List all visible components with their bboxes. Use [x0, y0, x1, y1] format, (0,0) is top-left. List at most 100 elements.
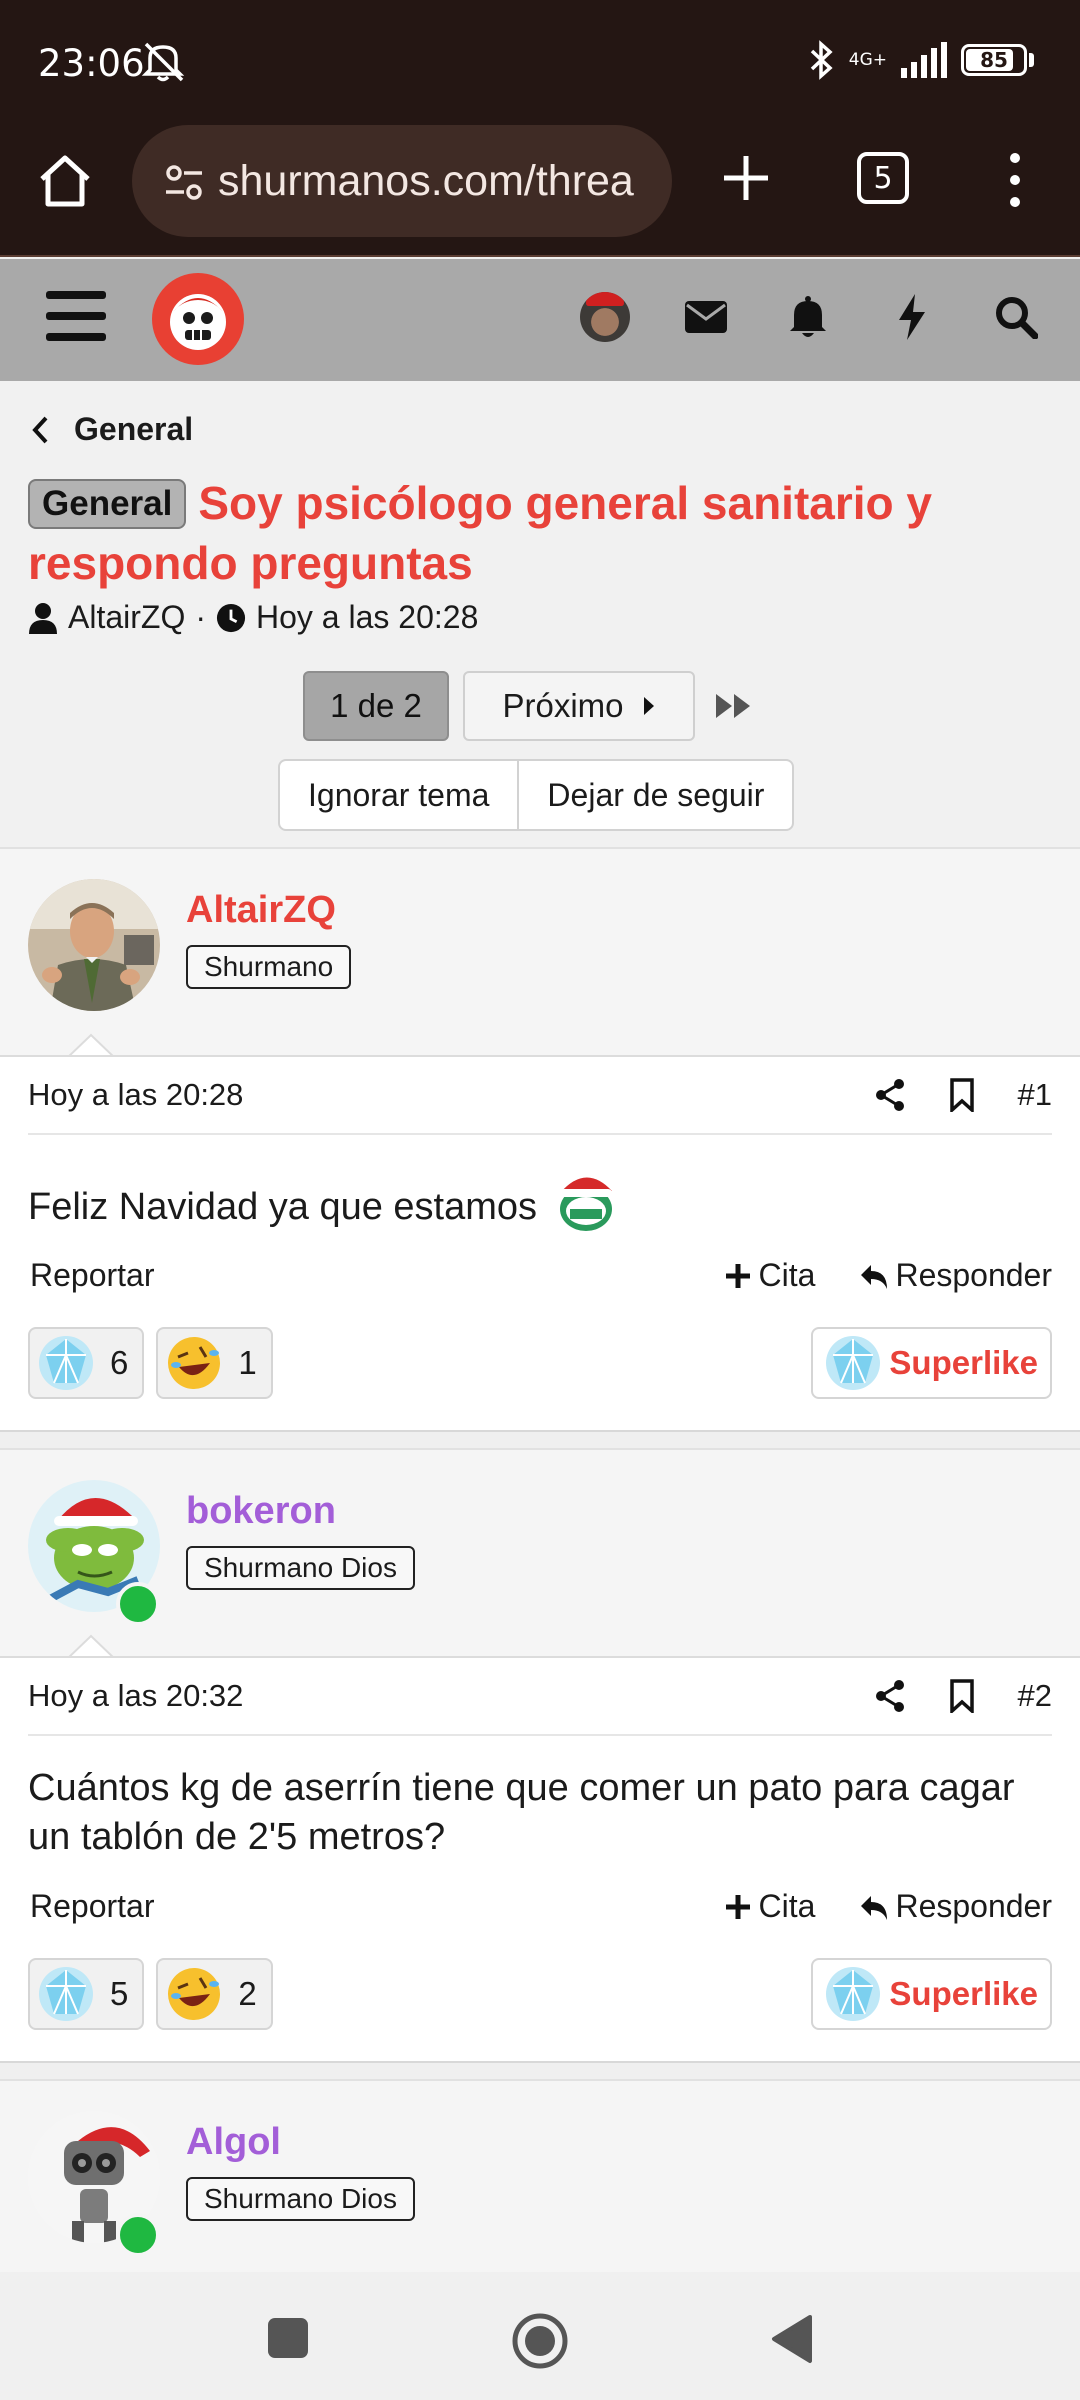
battery-tip: [1029, 53, 1034, 67]
share-icon[interactable]: [874, 1679, 906, 1713]
reply-button[interactable]: Responder: [859, 1888, 1052, 1925]
online-indicator: [116, 1582, 160, 1626]
post-username[interactable]: bokeron: [186, 1490, 336, 1533]
avatar-image: [28, 879, 160, 1011]
reactions-bar: 5 2: [28, 1958, 273, 2030]
post-header: Hoy a las 20:32 #2: [28, 1658, 1052, 1736]
laugh-emoji-icon: [168, 1968, 221, 2020]
browser-menu-icon[interactable]: [1000, 150, 1030, 210]
post-separator: [0, 1430, 1080, 1448]
tab-switcher-button[interactable]: 5: [857, 152, 909, 204]
system-nav-bar: [0, 2272, 1080, 2400]
reaction-laugh[interactable]: 2: [156, 1958, 273, 2030]
share-icon[interactable]: [874, 1078, 906, 1112]
post-author-card: Algol Shurmano Dios: [0, 2079, 1080, 2272]
muted-bell-icon: [141, 42, 185, 82]
bookmark-icon[interactable]: [946, 1078, 978, 1112]
avatar[interactable]: [28, 879, 160, 1011]
thread-meta: AltairZQ · Hoy a las 20:28: [28, 599, 478, 636]
site-settings-icon[interactable]: [164, 163, 204, 203]
mail-icon[interactable]: [678, 289, 734, 345]
pagination: 1 de 2 Próximo: [303, 671, 759, 741]
site-header: [0, 259, 1080, 381]
meta-separator: ·: [195, 599, 206, 635]
user-avatar[interactable]: [577, 289, 633, 345]
thread-header: General General Soy psicólogo general san…: [0, 381, 1080, 847]
reactions-bar: 6 1: [28, 1327, 273, 1399]
last-page-button[interactable]: [709, 671, 759, 741]
page-current[interactable]: 1 de 2: [303, 671, 449, 741]
quote-button[interactable]: Cita: [723, 1888, 816, 1925]
caret-right-icon: [643, 697, 654, 715]
next-page-label: Próximo: [502, 687, 624, 724]
url-text[interactable]: shurmanos.com/threa: [218, 157, 634, 206]
quote-label: Cita: [758, 1888, 816, 1924]
home-nav-icon[interactable]: [511, 2312, 569, 2370]
post-separator: [0, 2061, 1080, 2079]
user-rank-badge: Shurmano Dios: [186, 2177, 415, 2221]
post-date[interactable]: Hoy a las 20:28: [28, 1077, 874, 1113]
quote-label: Cita: [758, 1257, 816, 1293]
post-text: Cuántos kg de aserrín tiene que comer un…: [28, 1767, 1015, 1858]
bookmark-icon[interactable]: [946, 1679, 978, 1713]
reaction-laugh[interactable]: 1: [156, 1327, 273, 1399]
menu-icon[interactable]: [46, 291, 106, 341]
reaction-count: 2: [238, 1975, 257, 2012]
thread-prefix[interactable]: General: [28, 479, 187, 529]
reaction-diamond[interactable]: 6: [28, 1327, 145, 1399]
post-username[interactable]: AltairZQ: [186, 889, 336, 932]
post-header: Hoy a las 20:28 #1: [28, 1057, 1052, 1135]
breadcrumb-label[interactable]: General: [74, 411, 193, 448]
post-actions: Reportar Cita Responder: [30, 1257, 1052, 1294]
status-bar: 23:06 4G+ 85: [0, 0, 1080, 122]
post-author-card: AltairZQ Shurmano: [0, 847, 1080, 1059]
thread-time[interactable]: Hoy a las 20:28: [256, 599, 478, 636]
post-date[interactable]: Hoy a las 20:32: [28, 1678, 874, 1714]
unfollow-button[interactable]: Dejar de seguir: [517, 761, 792, 829]
diamond-icon: [39, 1336, 93, 1390]
post-body: Hoy a las 20:32 #2 Cuántos kg de aserrín…: [0, 1656, 1080, 2061]
post-text: Feliz Navidad ya que estamos: [28, 1186, 538, 1228]
post-content: Cuántos kg de aserrín tiene que comer un…: [28, 1764, 1048, 1862]
reaction-count: 1: [238, 1344, 257, 1381]
post-content: Feliz Navidad ya que estamos: [28, 1169, 1048, 1233]
report-link[interactable]: Reportar: [30, 1257, 679, 1294]
superlike-button[interactable]: Superlike: [811, 1327, 1052, 1399]
user-rank-badge: Shurmano: [186, 945, 352, 989]
status-time: 23:06: [38, 42, 145, 85]
user-rank-badge: Shurmano Dios: [186, 1546, 415, 1590]
post-username[interactable]: Algol: [186, 2121, 281, 2164]
back-nav-icon[interactable]: [770, 2314, 814, 2364]
new-tab-icon[interactable]: [718, 150, 774, 206]
superlike-label: Superlike: [889, 1975, 1038, 2012]
url-bar[interactable]: shurmanos.com/threa: [132, 125, 672, 237]
thread-author[interactable]: AltairZQ: [68, 599, 185, 636]
report-link[interactable]: Reportar: [30, 1888, 679, 1925]
plus-icon: [725, 1894, 750, 1919]
reaction-diamond[interactable]: 5: [28, 1958, 145, 2030]
site-logo[interactable]: [152, 273, 244, 365]
battery-level: 85: [980, 48, 1008, 72]
post-number[interactable]: #1: [1018, 1077, 1052, 1113]
bolt-icon[interactable]: [884, 289, 940, 345]
fast-forward-icon: [716, 694, 750, 718]
quote-button[interactable]: Cita: [723, 1257, 816, 1294]
home-icon[interactable]: [36, 152, 94, 210]
search-icon[interactable]: [988, 289, 1044, 345]
post-number[interactable]: #2: [1018, 1678, 1052, 1714]
reaction-count: 6: [110, 1344, 129, 1381]
diamond-icon: [826, 1967, 881, 2021]
breadcrumb[interactable]: General: [30, 411, 193, 448]
superlike-button[interactable]: Superlike: [811, 1958, 1052, 2030]
reply-label: Responder: [895, 1888, 1052, 1924]
reply-icon: [861, 1264, 888, 1289]
reply-button[interactable]: Responder: [859, 1257, 1052, 1294]
ignore-thread-button[interactable]: Ignorar tema: [280, 761, 517, 829]
online-indicator: [116, 2213, 160, 2257]
bell-icon[interactable]: [780, 289, 836, 345]
page-title: General Soy psicólogo general sanitario y…: [28, 473, 1048, 593]
plus-icon: [725, 1263, 750, 1288]
santa-smiley-icon: [559, 1172, 615, 1231]
recents-icon[interactable]: [266, 2316, 310, 2360]
next-page-button[interactable]: Próximo: [463, 671, 695, 741]
